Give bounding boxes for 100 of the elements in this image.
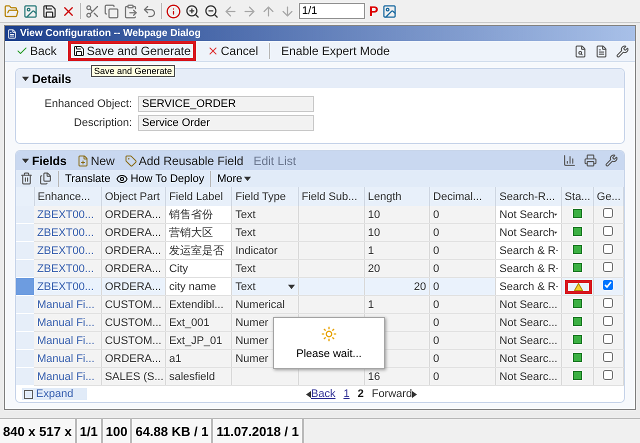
table-cell[interactable]: Manual Fi... bbox=[34, 368, 102, 386]
picture-icon[interactable] bbox=[382, 4, 398, 18]
window-title: View Configuration -- Webpage Dialog bbox=[5, 26, 635, 41]
generate-checkbox[interactable] bbox=[603, 280, 614, 290]
dropdown-caret-icon[interactable] bbox=[288, 283, 295, 290]
column-header[interactable]: Field Label bbox=[166, 187, 232, 206]
table-cell[interactable]: Search & R bbox=[496, 260, 562, 278]
column-header[interactable]: Search-R... bbox=[496, 187, 562, 206]
cut-icon[interactable] bbox=[85, 4, 100, 18]
caret-icon bbox=[22, 157, 29, 164]
column-header[interactable]: Field Type bbox=[232, 187, 298, 206]
expand-button[interactable]: Expand bbox=[22, 388, 88, 400]
toolbar-link[interactable]: Translate bbox=[65, 172, 110, 184]
toolbar-link[interactable]: How To Deploy bbox=[116, 172, 204, 184]
undo-icon[interactable] bbox=[142, 4, 157, 18]
toolbar-button[interactable]: Back bbox=[11, 41, 62, 61]
caret-icon bbox=[244, 175, 252, 182]
back-link[interactable]: Back bbox=[306, 388, 336, 400]
page-field[interactable]: 1/1 bbox=[299, 3, 365, 19]
table-row[interactable]: Manual Fi... SALES (S... salesfield 16 0 Not Searc... bbox=[16, 368, 624, 386]
generate-checkbox[interactable] bbox=[603, 226, 614, 236]
table-cell[interactable]: 营销大区 bbox=[166, 224, 232, 242]
table-cell[interactable]: City bbox=[166, 260, 232, 278]
generate-checkbox[interactable] bbox=[603, 244, 614, 254]
document-search-icon[interactable] bbox=[574, 44, 587, 58]
chart-icon[interactable] bbox=[563, 154, 576, 167]
table-row[interactable]: ZBEXT00... ORDERA... city name Text 20 0 Search & R bbox=[16, 278, 624, 296]
new-file-icon bbox=[76, 154, 89, 166]
left-triangle-icon bbox=[306, 390, 311, 398]
generate-checkbox[interactable] bbox=[603, 208, 614, 218]
table-row[interactable]: ZBEXT00... ORDERA... 发运室是否 Indicator 1 0 Search & R bbox=[16, 242, 624, 260]
copy-icon[interactable] bbox=[39, 172, 52, 185]
row-selector[interactable] bbox=[16, 278, 34, 296]
column-header[interactable]: Length bbox=[364, 187, 430, 206]
read-only-field: Service Order bbox=[138, 115, 314, 131]
document-icon bbox=[7, 28, 17, 38]
table-cell: salesfield bbox=[166, 368, 232, 386]
trash-icon[interactable] bbox=[20, 172, 33, 185]
toolbar-button[interactable]: Enable Expert Mode bbox=[276, 41, 395, 61]
table-row[interactable]: ZBEXT00... ORDERA... 销售省份 Text 10 0 Not Search bbox=[16, 206, 624, 224]
caret-icon bbox=[22, 75, 29, 82]
print-icon[interactable] bbox=[584, 154, 597, 167]
copy-icon[interactable] bbox=[104, 4, 119, 18]
generate-checkbox[interactable] bbox=[603, 316, 614, 326]
info-icon[interactable] bbox=[166, 4, 181, 18]
forward-link[interactable]: Forward bbox=[372, 388, 418, 400]
fields-toggle[interactable]: Fields bbox=[22, 154, 67, 168]
field-label: Description: bbox=[72, 117, 132, 129]
wrench-icon[interactable] bbox=[605, 154, 618, 167]
zoom-in-icon[interactable] bbox=[185, 4, 200, 18]
page-link[interactable]: 2 bbox=[358, 388, 364, 400]
column-header[interactable]: Decimal... bbox=[430, 187, 496, 206]
table-cell[interactable]: Not Search bbox=[496, 206, 562, 224]
table-cell: 0 bbox=[430, 368, 496, 386]
table-cell[interactable]: 发运室是否 bbox=[166, 242, 232, 260]
field-label: Enhanced Object: bbox=[44, 98, 132, 110]
table-cell[interactable]: 销售省份 bbox=[166, 206, 232, 224]
status-bar-cell: 840 x 517 x bbox=[0, 419, 77, 443]
tooltip: Save and Generate bbox=[91, 65, 176, 77]
generate-checkbox[interactable] bbox=[603, 370, 614, 380]
paste-icon[interactable] bbox=[123, 4, 138, 18]
toolbar-link[interactable]: More bbox=[217, 172, 252, 184]
column-header[interactable]: Field Sub... bbox=[298, 187, 364, 206]
p-button[interactable]: P bbox=[369, 3, 378, 19]
table-cell[interactable]: Search & R bbox=[496, 242, 562, 260]
right-triangle-icon bbox=[412, 390, 418, 398]
action-button[interactable]: Add Reusable Field bbox=[124, 154, 244, 168]
close-icon bbox=[206, 45, 219, 57]
details-toggle[interactable]: Details bbox=[22, 72, 72, 86]
table-row[interactable]: ZBEXT00... ORDERA... City Text 20 0 Search & R bbox=[16, 260, 624, 278]
column-header[interactable]: Sta... bbox=[561, 187, 594, 206]
table-cell[interactable]: Not Search bbox=[496, 224, 562, 242]
expand-icon bbox=[24, 390, 33, 398]
column-header[interactable]: Enhance... bbox=[34, 187, 102, 206]
status-bar-cell: 100 bbox=[102, 419, 132, 443]
table-cell[interactable]: city name bbox=[166, 278, 232, 296]
table-cell[interactable]: Search & R bbox=[496, 278, 562, 296]
page-link[interactable]: 1 bbox=[343, 388, 350, 400]
loading-text: Please wait... bbox=[296, 348, 362, 360]
generate-checkbox[interactable] bbox=[603, 334, 614, 344]
tag-icon bbox=[124, 154, 137, 166]
toolbar-button[interactable]: Cancel bbox=[202, 41, 264, 61]
action-button[interactable]: New bbox=[76, 154, 115, 168]
zoom-out-icon[interactable] bbox=[204, 4, 219, 18]
table-row[interactable]: Manual Fi... CUSTOM... Extendibl... Numerical 1 0 Not Searc... bbox=[16, 296, 624, 314]
column-header[interactable]: Object Part bbox=[101, 187, 166, 206]
save-icon bbox=[72, 45, 85, 57]
status-bar-cell: 11.07.2018 / 1 bbox=[213, 419, 304, 443]
image-icon[interactable] bbox=[23, 4, 38, 18]
generate-checkbox[interactable] bbox=[603, 262, 614, 272]
column-header[interactable]: Ge... bbox=[593, 187, 624, 206]
read-only-field: SERVICE_ORDER bbox=[138, 96, 314, 112]
toolbar-button[interactable]: Save and Generate bbox=[68, 41, 196, 61]
save-icon[interactable] bbox=[42, 4, 57, 18]
generate-checkbox[interactable] bbox=[603, 298, 614, 308]
wrench-icon[interactable] bbox=[616, 44, 629, 58]
generate-checkbox[interactable] bbox=[603, 352, 614, 362]
document-icon[interactable] bbox=[595, 44, 608, 58]
open-folder-icon[interactable] bbox=[4, 4, 19, 18]
table-row[interactable]: ZBEXT00... ORDERA... 营销大区 Text 10 0 Not Search bbox=[16, 224, 624, 242]
